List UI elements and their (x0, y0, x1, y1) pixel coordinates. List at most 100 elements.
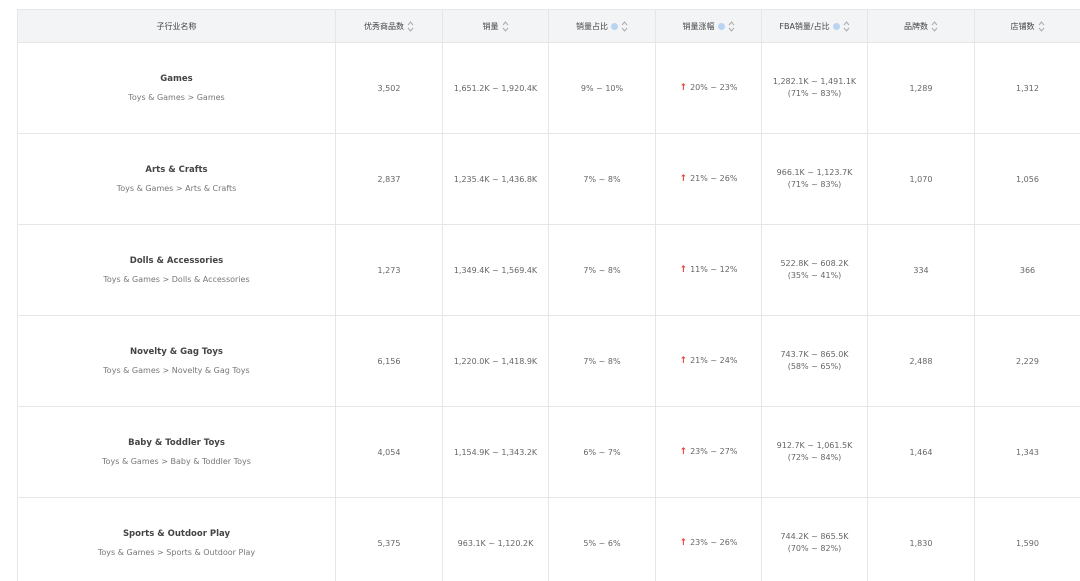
cell-sales: 1,154.9K ~ 1,343.2K (442, 406, 549, 498)
category-path: Toys & Games > Games (128, 93, 225, 102)
cell-brands: 1,070 (867, 133, 975, 225)
cell-stores: 2,229 (974, 315, 1080, 407)
header-fba-sales-label: FBA销量/占比 (779, 21, 830, 31)
fba-sales-value: 522.8K ~ 608.2K (780, 259, 849, 268)
cell-stores: 1,590 (974, 497, 1080, 581)
cell-name: Baby & Toddler Toys Toys & Games > Baby … (17, 406, 336, 498)
subindustry-name[interactable]: Dolls & Accessories (18, 256, 335, 266)
cell-sales-growth: ↑ 23% ~ 26% (655, 497, 762, 581)
subindustry-table-container: 子行业名称 优秀商品数 销量 销量占比 销量涨幅 FBA销量/占比 品牌数 店铺… (17, 9, 1080, 581)
table-row[interactable]: Sports & Outdoor Play Toys & Games > Spo… (17, 497, 1080, 581)
category-path: Toys & Games > Novelty & Gag Toys (103, 366, 250, 375)
cell-name: Games Toys & Games > Games (17, 42, 336, 134)
category-path: Toys & Games > Dolls & Accessories (103, 275, 250, 284)
table-row[interactable]: Games Toys & Games > Games 3,502 1,651.2… (17, 42, 1080, 134)
header-fba-sales[interactable]: FBA销量/占比 (761, 9, 868, 43)
cell-good-items: 2,837 (335, 133, 443, 225)
cell-sales-growth: ↑ 21% ~ 24% (655, 315, 762, 407)
fba-share-value: (35% ~ 41%) (787, 271, 842, 280)
cell-sales-share: 7% ~ 8% (548, 133, 656, 225)
cell-sales-growth: ↑ 11% ~ 12% (655, 224, 762, 316)
sort-updown-icon[interactable] (728, 20, 735, 32)
table-header-row: 子行业名称 优秀商品数 销量 销量占比 销量涨幅 FBA销量/占比 品牌数 店铺… (17, 9, 1080, 43)
header-brands[interactable]: 品牌数 (867, 9, 975, 43)
header-good-items-label: 优秀商品数 (364, 21, 404, 31)
subindustry-name[interactable]: Baby & Toddler Toys (18, 438, 335, 448)
fba-sales-value: 966.1K ~ 1,123.7K (776, 168, 853, 177)
cell-sales-share: 5% ~ 6% (548, 497, 656, 581)
growth-value: 11% ~ 12% (690, 265, 738, 274)
fba-share-value: (72% ~ 84%) (787, 453, 842, 462)
fba-share-value: (71% ~ 83%) (787, 89, 842, 98)
arrow-up-icon: ↑ (679, 447, 688, 457)
cell-fba-sales: 743.7K ~ 865.0K (58% ~ 65%) (761, 315, 868, 407)
cell-fba-sales: 912.7K ~ 1,061.5K (72% ~ 84%) (761, 406, 868, 498)
subindustry-name[interactable]: Sports & Outdoor Play (18, 529, 335, 539)
info-circle-icon[interactable] (611, 22, 618, 30)
info-circle-icon[interactable] (717, 22, 725, 30)
cell-good-items: 5,375 (335, 497, 443, 581)
sort-updown-icon[interactable] (621, 20, 628, 32)
table-row[interactable]: Baby & Toddler Toys Toys & Games > Baby … (17, 406, 1080, 498)
header-sales-label: 销量 (482, 21, 499, 31)
fba-share-value: (70% ~ 82%) (787, 544, 842, 553)
table-body: Games Toys & Games > Games 3,502 1,651.2… (17, 42, 1080, 581)
cell-stores: 366 (974, 224, 1080, 316)
cell-brands: 334 (867, 224, 975, 316)
cell-name: Sports & Outdoor Play Toys & Games > Spo… (17, 497, 336, 581)
fba-share-value: (58% ~ 65%) (787, 362, 842, 371)
cell-fba-sales: 522.8K ~ 608.2K (35% ~ 41%) (761, 224, 868, 316)
category-path: Toys & Games > Baby & Toddler Toys (102, 457, 251, 466)
cell-stores: 1,312 (974, 42, 1080, 134)
table-row[interactable]: Novelty & Gag Toys Toys & Games > Novelt… (17, 315, 1080, 407)
cell-brands: 1,830 (867, 497, 975, 581)
cell-sales-growth: ↑ 20% ~ 23% (655, 42, 762, 134)
header-sales-growth[interactable]: 销量涨幅 (655, 9, 762, 43)
header-sales-share[interactable]: 销量占比 (548, 9, 656, 43)
header-stores-label: 店铺数 (1010, 21, 1035, 31)
sort-updown-icon[interactable] (843, 20, 850, 32)
fba-sales-value: 912.7K ~ 1,061.5K (776, 441, 853, 450)
cell-sales-growth: ↑ 21% ~ 26% (655, 133, 762, 225)
arrow-up-icon: ↑ (679, 174, 688, 184)
cell-fba-sales: 744.2K ~ 865.5K (70% ~ 82%) (761, 497, 868, 581)
cell-sales: 1,220.0K ~ 1,418.9K (442, 315, 549, 407)
fba-sales-value: 744.2K ~ 865.5K (780, 532, 849, 541)
subindustry-table: 子行业名称 优秀商品数 销量 销量占比 销量涨幅 FBA销量/占比 品牌数 店铺… (17, 9, 1080, 581)
cell-sales: 1,349.4K ~ 1,569.4K (442, 224, 549, 316)
sort-updown-icon[interactable] (407, 20, 414, 32)
sort-updown-icon[interactable] (931, 20, 938, 32)
growth-value: 21% ~ 26% (690, 174, 738, 183)
sort-updown-icon[interactable] (502, 20, 509, 32)
cell-good-items: 3,502 (335, 42, 443, 134)
fba-sales-value: 1,282.1K ~ 1,491.1K (772, 77, 857, 86)
sort-updown-icon[interactable] (1038, 20, 1045, 32)
cell-good-items: 1,273 (335, 224, 443, 316)
table-row[interactable]: Dolls & Accessories Toys & Games > Dolls… (17, 224, 1080, 316)
table-row[interactable]: Arts & Crafts Toys & Games > Arts & Craf… (17, 133, 1080, 225)
cell-sales-share: 7% ~ 8% (548, 224, 656, 316)
cell-sales-share: 7% ~ 8% (548, 315, 656, 407)
subindustry-name[interactable]: Arts & Crafts (18, 165, 335, 175)
header-good-items[interactable]: 优秀商品数 (335, 9, 443, 43)
fba-share-value: (71% ~ 83%) (787, 180, 842, 189)
arrow-up-icon: ↑ (679, 538, 688, 548)
cell-name: Arts & Crafts Toys & Games > Arts & Craf… (17, 133, 336, 225)
header-brands-label: 品牌数 (904, 21, 928, 31)
cell-sales-growth: ↑ 23% ~ 27% (655, 406, 762, 498)
growth-value: 20% ~ 23% (690, 83, 738, 92)
growth-value: 23% ~ 26% (690, 538, 738, 547)
cell-sales: 1,235.4K ~ 1,436.8K (442, 133, 549, 225)
subindustry-name[interactable]: Novelty & Gag Toys (18, 347, 335, 357)
category-path: Toys & Games > Sports & Outdoor Play (97, 548, 256, 557)
header-stores[interactable]: 店铺数 (974, 9, 1080, 43)
cell-sales: 963.1K ~ 1,120.2K (442, 497, 549, 581)
header-sales-share-label: 销量占比 (576, 21, 608, 31)
cell-name: Novelty & Gag Toys Toys & Games > Novelt… (17, 315, 336, 407)
info-circle-icon[interactable] (832, 22, 840, 30)
subindustry-name[interactable]: Games (18, 74, 335, 84)
category-path: Toys & Games > Arts & Crafts (116, 184, 237, 193)
cell-stores: 1,343 (974, 406, 1080, 498)
cell-stores: 1,056 (974, 133, 1080, 225)
header-sales[interactable]: 销量 (442, 9, 549, 43)
